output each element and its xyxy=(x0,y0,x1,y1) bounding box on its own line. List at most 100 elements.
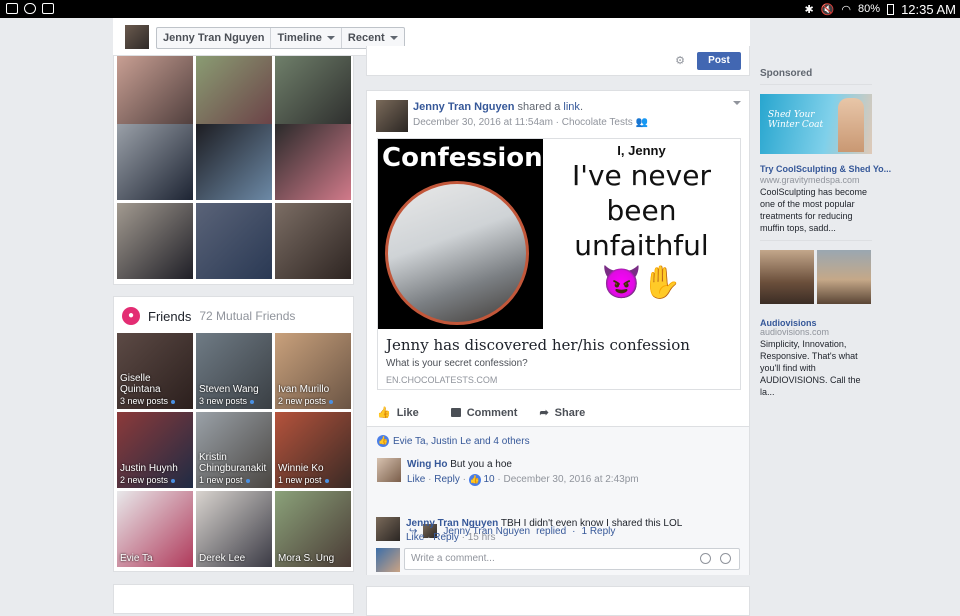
likes-summary-text: Evie Ta, Justin Le and 4 others xyxy=(393,435,530,447)
comment-label: Comment xyxy=(466,406,518,419)
tab-label: Recent xyxy=(347,32,385,44)
bluetooth-icon: ✱ xyxy=(804,3,814,16)
comment-timestamp[interactable]: December 30, 2016 at 2:43pm xyxy=(504,474,639,485)
divider xyxy=(760,84,872,85)
friend-tile[interactable]: Kristin Chingburanakit 1 new post xyxy=(196,412,272,488)
comment-like-link[interactable]: Like xyxy=(406,532,424,543)
likes-summary[interactable]: 👍 Evie Ta, Justin Le and 4 others xyxy=(377,435,530,447)
ad-image[interactable] xyxy=(817,250,871,304)
friend-tile[interactable]: Winnie Ko 1 new post xyxy=(275,412,351,488)
photo-thumbnail[interactable] xyxy=(275,56,351,132)
battery-icon xyxy=(887,3,895,15)
comment-like-link[interactable]: Like xyxy=(407,474,425,485)
comment-button[interactable]: Comment xyxy=(450,406,518,419)
camera-icon[interactable] xyxy=(700,553,711,564)
ad-url[interactable]: www.gravitymedspa.com xyxy=(760,175,860,185)
photo-thumbnail[interactable] xyxy=(117,203,193,279)
friend-name: Kristin Chingburanakit xyxy=(199,452,267,474)
friend-new-posts: 1 new post xyxy=(199,475,250,485)
sponsored-title: Sponsored xyxy=(760,68,813,79)
tab-recent[interactable]: Recent xyxy=(342,28,404,48)
link-preview-card[interactable]: Confession I, Jenny I've never been unfa… xyxy=(377,138,741,390)
tab-label: Timeline xyxy=(277,32,322,44)
friend-new-posts: 3 new posts xyxy=(120,396,176,406)
link-preview-image: Confession I, Jenny I've never been unfa… xyxy=(378,139,740,329)
friend-tile[interactable]: Mora S. Ung xyxy=(275,491,351,567)
friend-tile[interactable]: Ivan Murillo 2 new posts xyxy=(275,333,351,409)
friend-tile[interactable]: Giselle Quintana 3 new posts xyxy=(117,333,193,409)
friends-card: ● Friends 72 Mutual Friends Giselle Quin… xyxy=(113,296,354,572)
link-domain: EN.CHOCOLATESTS.COM xyxy=(386,375,498,385)
commenter-avatar[interactable] xyxy=(377,458,401,482)
comment-reply-link[interactable]: Reply xyxy=(434,474,460,485)
author-name[interactable]: Jenny Tran Nguyen xyxy=(413,101,514,113)
confession-heading: Confession xyxy=(382,143,543,173)
like-reaction-icon: 👍 xyxy=(468,474,481,486)
ad-body: CoolSculpting has become one of the most… xyxy=(760,187,868,233)
link-title: Jenny has discovered her/his confession xyxy=(386,336,690,354)
photo-thumbnail[interactable] xyxy=(275,124,351,200)
friend-tile[interactable]: Justin Huynh 2 new posts xyxy=(117,412,193,488)
profile-name-tab[interactable]: Jenny Tran Nguyen xyxy=(157,28,272,48)
share-button[interactable]: ➦ Share xyxy=(539,406,585,420)
wifi-icon: ◠ xyxy=(841,3,852,16)
story-header: Jenny Tran Nguyen shared a link. xyxy=(413,101,583,113)
like-button[interactable]: 👍 Like xyxy=(377,406,419,420)
ad-headline[interactable]: Try CoolSculpting & Shed Yo... xyxy=(760,164,891,174)
tab-timeline[interactable]: Timeline xyxy=(271,28,342,48)
mutual-friends-count[interactable]: 72 Mutual Friends xyxy=(199,309,295,323)
like-reaction-icon: 👍 xyxy=(377,435,389,447)
next-story-card xyxy=(366,586,750,616)
ad-url[interactable]: audiovisions.com xyxy=(760,327,829,337)
story-timestamp[interactable]: December 30, 2016 at 11:54am xyxy=(413,117,553,128)
comment-input-placeholder: Write a comment... xyxy=(411,553,495,564)
settings-gear-icon[interactable]: ⚙ xyxy=(675,54,685,67)
cast-icon xyxy=(42,3,54,14)
comment-reply-link[interactable]: Reply xyxy=(433,532,459,543)
comment-body: Jenny Tran Nguyen TBH I didn't even know… xyxy=(406,518,682,529)
friend-name: Winnie Ko xyxy=(278,463,324,474)
battery-percent: 80% xyxy=(858,3,881,15)
comment-timestamp[interactable]: 15 hrs xyxy=(468,532,496,543)
photo-thumbnail[interactable] xyxy=(117,124,193,200)
story-options-chevron-icon[interactable] xyxy=(733,101,741,105)
confession-line: been xyxy=(606,194,677,227)
friend-tile[interactable]: Evie Ta xyxy=(117,491,193,567)
photo-thumbnail[interactable] xyxy=(196,56,272,132)
feed-story: Jenny Tran Nguyen shared a link. Decembe… xyxy=(366,90,750,575)
comment-text: TBH I didn't even know I shared this LOL xyxy=(500,518,683,529)
commenter-avatar[interactable] xyxy=(376,517,400,541)
ad-image[interactable] xyxy=(760,250,814,304)
friend-new-posts: 2 new posts xyxy=(120,475,176,485)
ad-image[interactable]: Shed Your Winter Coat xyxy=(760,94,872,154)
friend-tile[interactable]: Derek Lee xyxy=(196,491,272,567)
photo-thumbnail[interactable] xyxy=(196,124,272,200)
profile-avatar[interactable] xyxy=(125,25,149,49)
gallery-icon xyxy=(6,3,18,14)
photo-thumbnail[interactable] xyxy=(196,203,272,279)
comment-reaction-count[interactable]: 10 xyxy=(484,474,495,485)
friend-new-posts: 3 new posts xyxy=(199,396,255,406)
comment-text: But you a hoe xyxy=(450,459,512,470)
like-label: Like xyxy=(396,406,419,419)
story-actions: 👍 Like Comment ➦ Share xyxy=(377,406,585,420)
photo-thumbnail[interactable] xyxy=(117,56,193,132)
comment-author[interactable]: Jenny Tran Nguyen xyxy=(406,518,498,529)
friends-icon: ● xyxy=(122,307,140,325)
story-via-app[interactable]: Chocolate Tests xyxy=(562,117,633,128)
photo-thumbnail[interactable] xyxy=(275,203,351,279)
friends-header[interactable]: ● Friends 72 Mutual Friends xyxy=(122,307,295,325)
composer-footer: ⚙ Post xyxy=(366,46,750,76)
post-button[interactable]: Post xyxy=(697,52,741,70)
confession-photo xyxy=(385,181,529,325)
friend-tile[interactable]: Steven Wang 3 new posts xyxy=(196,333,272,409)
comment-input[interactable]: Write a comment... xyxy=(404,548,740,570)
emoji-icon[interactable] xyxy=(720,553,731,564)
clock: 12:35 AM xyxy=(901,1,956,17)
author-avatar[interactable] xyxy=(376,100,408,132)
friend-name: Mora S. Ung xyxy=(278,553,335,564)
confession-subject: I, Jenny xyxy=(617,143,666,158)
shared-link[interactable]: link xyxy=(563,101,580,113)
comment-body: Wing Ho But you a hoe xyxy=(407,459,512,470)
comment-author[interactable]: Wing Ho xyxy=(407,459,447,470)
